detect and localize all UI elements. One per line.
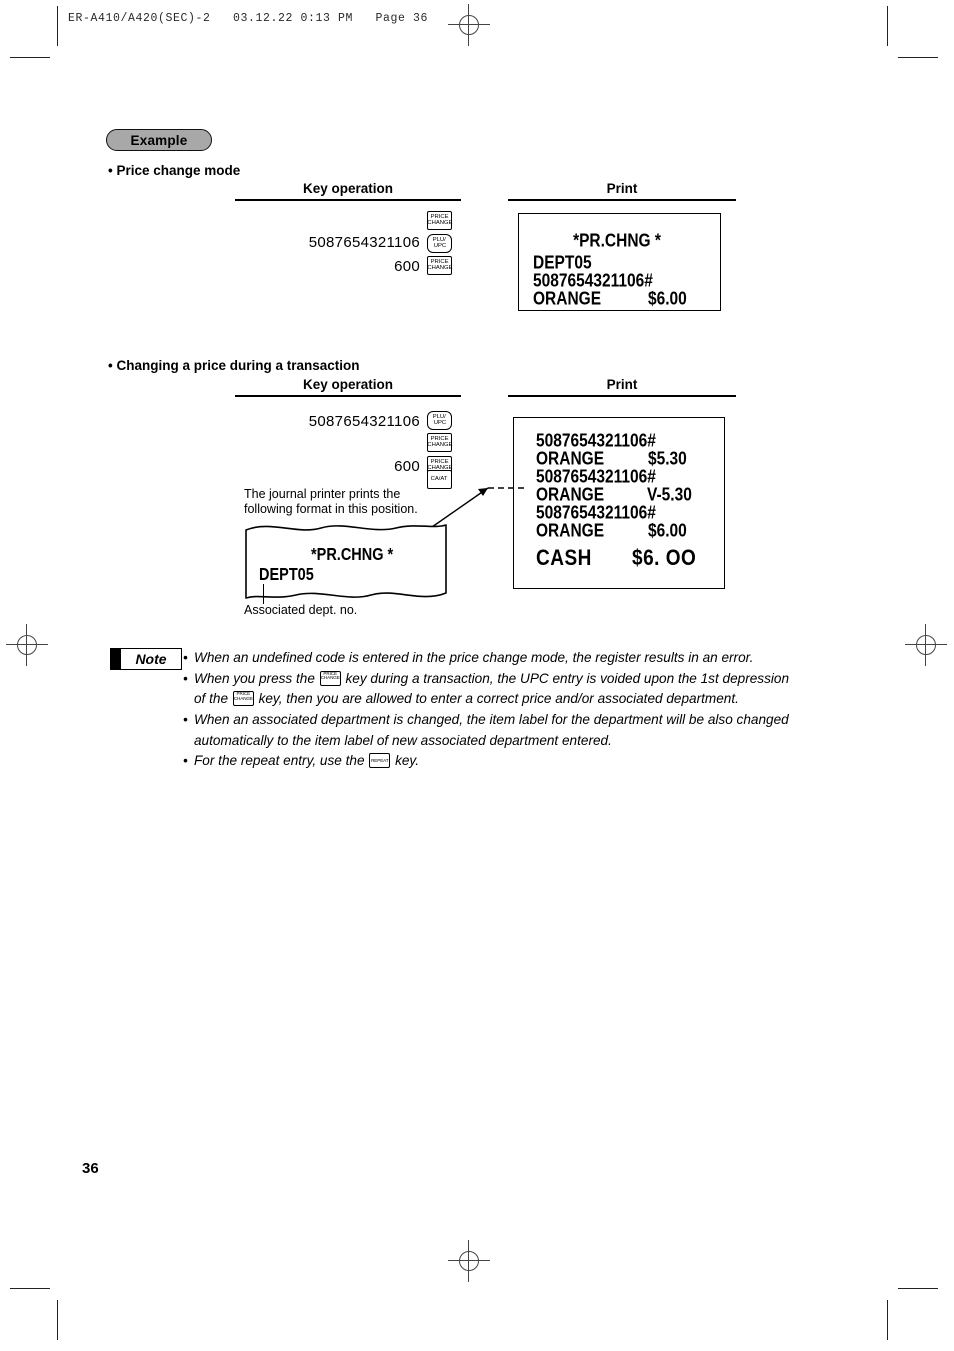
example-badge: Example: [106, 129, 212, 151]
key-label-line: CHANGE: [426, 219, 453, 226]
receipt-price-change-mode: *PR.CHNG * DEPT05 5087654321106# ORANGE …: [518, 213, 721, 311]
column-title-key-operation-2: Key operation: [302, 377, 394, 392]
registration-mark-right: [905, 624, 947, 666]
crop-mark-bottom-right-vertical: [887, 1300, 888, 1340]
column-rule-print-2: [508, 395, 736, 397]
key-plu-upc[interactable]: PLU/ UPC: [427, 411, 452, 430]
bullet-icon: •: [183, 670, 188, 686]
registration-mark-bottom: [448, 1240, 490, 1282]
receipt-line-amount: $6.00: [648, 521, 687, 542]
journal-slip-title: *PR.CHNG *: [311, 546, 394, 565]
column-rule-key-operation-1: [235, 199, 461, 201]
note-item: • When you press the PRICE CHANGE key dur…: [183, 669, 803, 710]
journal-note-line-1: The journal printer prints the: [244, 487, 401, 501]
key-entry-number: 600: [394, 458, 420, 475]
journal-slip: *PR.CHNG * DEPT05: [245, 519, 447, 603]
key-label-line: CHANGE: [426, 264, 453, 271]
crop-mark-top-right-horizontal: [898, 57, 938, 58]
registration-mark-left: [6, 624, 48, 666]
receipt-title: *PR.CHNG *: [573, 231, 661, 252]
receipt-transaction: 5087654321106# ORANGE $5.30 508765432110…: [513, 417, 725, 589]
journal-caption: Associated dept. no.: [244, 603, 358, 617]
column-rule-print-1: [508, 199, 736, 201]
receipt-total-amount: $6. OO: [632, 546, 697, 571]
note-badge-label: Note: [120, 648, 182, 670]
journal-slip-dept: DEPT05: [259, 566, 314, 585]
key-label-line: REPEAT: [371, 757, 389, 763]
crop-mark-bottom-left-vertical: [57, 1300, 58, 1340]
document-header: ER-A410/A420(SEC)-2 03.12.22 0:13 PM Pag…: [68, 12, 429, 25]
key-price-change[interactable]: PRICE CHANGE: [427, 433, 452, 452]
price-change-key-icon: PRICE CHANGE: [319, 670, 341, 686]
bullet-icon: •: [183, 753, 188, 769]
crop-mark-bottom-right-horizontal: [898, 1288, 938, 1289]
column-title-key-operation-1: Key operation: [302, 181, 394, 196]
journal-caption-tick: [263, 584, 264, 604]
crop-mark-top-left-vertical: [57, 6, 58, 46]
registration-mark-top: [448, 4, 490, 46]
note-item-text: key.: [391, 753, 419, 769]
note-item-text: When an associated department is changed…: [194, 711, 789, 748]
receipt-line-amount: $6.00: [648, 289, 687, 310]
key-entry-number: 5087654321106: [308, 234, 420, 251]
key-label-line: UPC: [433, 242, 446, 249]
note-list: • When an undefined code is entered in t…: [183, 648, 803, 772]
key-price-change[interactable]: PRICE CHANGE: [427, 256, 452, 275]
key-label-line: UPC: [433, 419, 446, 426]
key-label-line: CHANGE: [426, 441, 453, 448]
note-item-text: When you press the: [194, 670, 319, 686]
receipt-line-label: ORANGE: [533, 289, 602, 310]
note-item-text: When an undefined code is entered in the…: [194, 650, 754, 665]
crop-mark-top-right-vertical: [887, 6, 888, 46]
column-title-print-2: Print: [606, 377, 638, 392]
bullet-icon: •: [183, 650, 188, 665]
receipt-total-label: CASH: [536, 546, 592, 571]
note-badge: Note: [110, 648, 182, 670]
note-item-text: key, then you are allowed to enter a cor…: [254, 691, 739, 707]
column-title-print-1: Print: [606, 181, 638, 196]
section-heading-changing-price-during-transaction: • Changing a price during a transaction: [108, 358, 360, 373]
bullet-icon: •: [183, 711, 188, 727]
repeat-key-icon: REPEAT: [369, 753, 391, 769]
note-item: • When an associated department is chang…: [183, 710, 803, 751]
journal-note-line-2: following format in this position.: [244, 502, 418, 516]
note-item: • When an undefined code is entered in t…: [183, 648, 803, 669]
price-change-key-icon: PRICE CHANGE: [232, 691, 254, 707]
key-price-change[interactable]: PRICE CHANGE: [427, 211, 452, 230]
note-item-text: For the repeat entry, use the: [194, 753, 369, 769]
receipt-line-label: ORANGE: [536, 521, 605, 542]
crop-mark-bottom-left-horizontal: [10, 1288, 50, 1289]
note-item: • For the repeat entry, use the REPEAT k…: [183, 751, 803, 772]
key-entry-number: 600: [394, 258, 420, 275]
key-entry-number: 5087654321106: [308, 413, 420, 430]
section-heading-price-change-mode: • Price change mode: [108, 163, 241, 178]
key-label-line: CHANGE: [233, 695, 253, 701]
key-plu-upc[interactable]: PLU/ UPC: [427, 234, 452, 253]
column-rule-key-operation-2: [235, 395, 461, 397]
key-label-line: CHANGE: [320, 675, 340, 681]
crop-mark-top-left-horizontal: [10, 57, 50, 58]
page-number: 36: [82, 1160, 99, 1177]
